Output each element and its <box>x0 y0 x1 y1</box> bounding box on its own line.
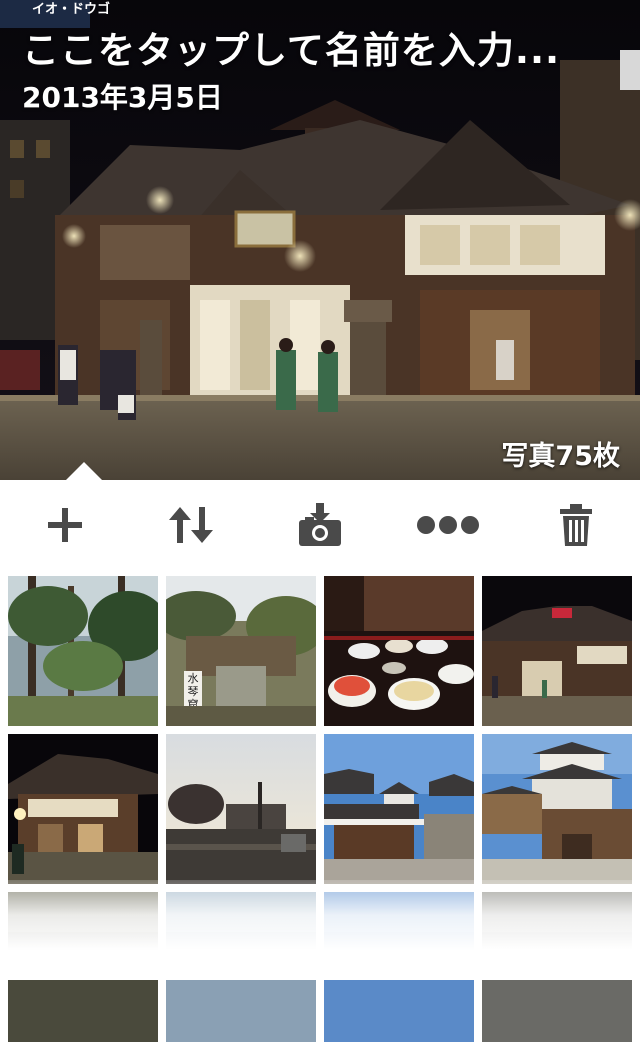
album-date: 2013年3月5日 <box>22 81 223 114</box>
photo-count: 写真75枚 <box>501 441 620 472</box>
photo-thumbnail[interactable] <box>324 892 474 1042</box>
sort-button[interactable] <box>146 480 236 570</box>
album-toolbar <box>0 480 640 570</box>
photo-thumbnail[interactable]: 水琴窟 <box>166 576 316 726</box>
more-button[interactable] <box>403 480 493 570</box>
album-cover-photo[interactable]: イオ・ドウゴ ここをタップして名前を入力... 2013年3月5日 写真75枚 <box>0 0 640 480</box>
photo-thumbnail[interactable] <box>8 576 158 726</box>
garden-trees-photo <box>8 576 158 726</box>
camera-download-icon <box>299 503 341 546</box>
import-photo-button[interactable] <box>275 480 365 570</box>
album-title[interactable]: ここをタップして名前を入力... <box>22 20 560 74</box>
photo-thumbnail[interactable] <box>166 734 316 884</box>
plus-icon <box>48 508 82 542</box>
photo-thumbnail[interactable] <box>166 892 316 1042</box>
castle-tower-photo <box>482 734 632 884</box>
sort-arrows-icon <box>169 507 213 543</box>
add-button[interactable] <box>20 480 110 570</box>
faded-photo <box>482 892 632 1042</box>
ellipsis-icon <box>417 516 479 534</box>
dusk-path-photo <box>166 734 316 884</box>
stone-monument-garden-photo: 水琴窟 <box>166 576 316 726</box>
delete-button[interactable] <box>531 480 621 570</box>
monument-sign-text: 水琴窟 <box>188 672 199 711</box>
meal-on-table-photo <box>324 576 474 726</box>
photo-thumbnail[interactable] <box>482 892 632 1042</box>
photo-thumbnail[interactable] <box>8 892 158 1042</box>
dogo-onsen-night-photo <box>482 576 632 726</box>
photo-grid: 水琴窟 <box>0 576 640 1042</box>
faded-photo <box>8 892 158 1042</box>
trash-icon <box>560 504 592 546</box>
faded-photo <box>166 892 316 1042</box>
onsen-annex-night-photo <box>8 734 158 884</box>
castle-walls-photo <box>324 734 474 884</box>
photo-thumbnail[interactable] <box>482 576 632 726</box>
selection-pointer <box>66 462 102 480</box>
faded-photo <box>324 892 474 1042</box>
photo-thumbnail[interactable] <box>482 734 632 884</box>
station-sign: イオ・ドウゴ <box>32 2 111 17</box>
photo-thumbnail[interactable] <box>324 576 474 726</box>
photo-thumbnail[interactable] <box>324 734 474 884</box>
photo-thumbnail[interactable] <box>8 734 158 884</box>
